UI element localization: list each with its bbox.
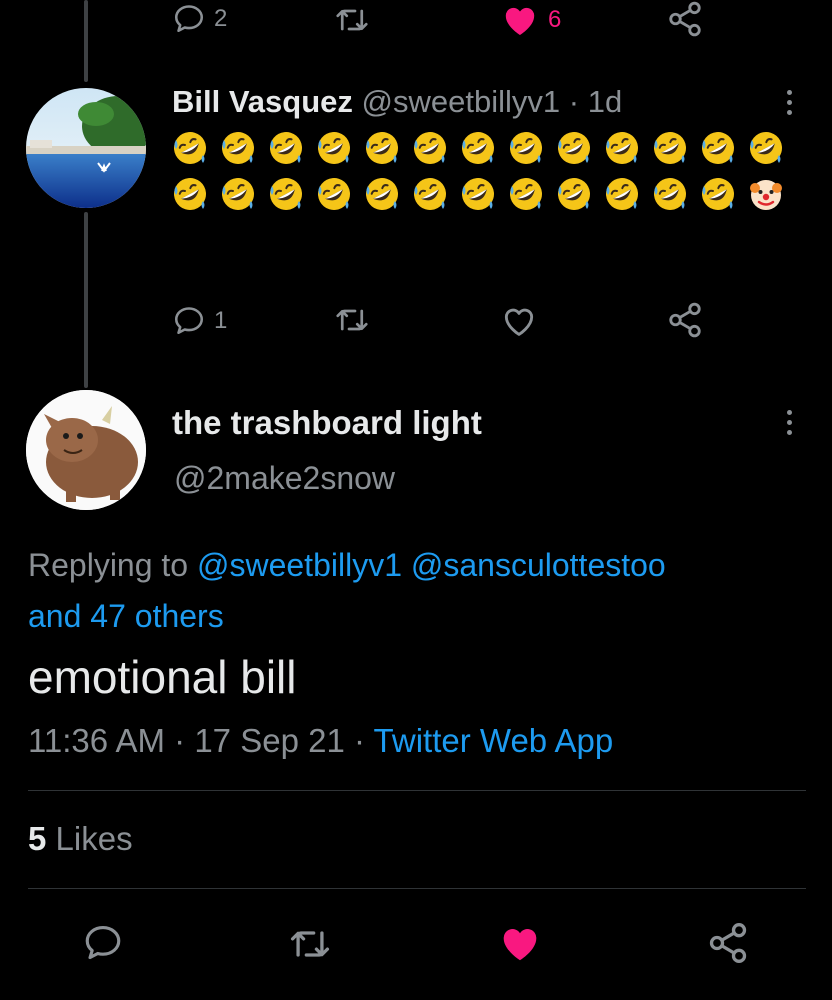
rofl-emoji [218,174,258,214]
tweet1-retweet-button[interactable] [334,302,370,338]
reply-others-link[interactable]: and 47 others [28,598,224,634]
rofl-emoji [506,174,546,214]
tweet2-share-button[interactable] [706,921,750,965]
tweet1-separator: · [568,84,580,119]
rofl-emoji [602,174,642,214]
divider-top [28,790,806,791]
avatar-trashboard-light[interactable] [26,390,146,510]
share-icon [666,0,704,38]
share-icon [706,921,750,965]
tweet2-more-button[interactable] [784,410,794,435]
meta-separator: · [353,722,365,759]
tweet2-source[interactable]: Twitter Web App [374,722,614,759]
reply-icon [82,922,124,964]
rofl-emoji [650,174,690,214]
avatar-image [26,88,146,208]
rofl-emoji [170,174,210,214]
reply-icon [172,304,206,338]
rofl-emoji [266,128,306,168]
tweet1-share-button[interactable] [666,301,704,339]
rofl-emoji [458,174,498,214]
likes-label: Likes [55,820,133,857]
likes-summary[interactable]: 5 Likes [28,820,133,858]
likes-count: 5 [28,820,47,857]
reply-mention-sweetbillyv1[interactable]: @sweetbillyv1 [197,547,402,583]
thread-line-top [84,0,88,82]
prev-reply-count: 2 [214,5,228,32]
tweet2-retweet-button[interactable] [288,922,332,966]
tweet1-like-button[interactable] [500,302,538,340]
tweet1-header: Bill Vasquez @sweetbillyv1 · 1d [172,84,622,120]
retweet-icon [334,302,370,338]
rofl-emoji [554,174,594,214]
prev-share-button[interactable] [666,0,704,38]
tweet2-reply-button[interactable] [82,922,124,964]
like-icon [497,920,543,966]
retweet-icon [334,2,370,38]
rofl-emoji [650,128,690,168]
rofl-emoji [314,174,354,214]
replying-to-label: Replying to [28,547,189,583]
share-icon [666,301,704,339]
prev-like-button[interactable]: 6 [500,0,561,40]
prev-reply-button[interactable]: 2 [172,2,227,36]
rofl-emoji [218,128,258,168]
thread-line-middle [84,212,88,388]
rofl-emoji [170,128,210,168]
tweet1-more-button[interactable] [784,90,794,115]
rofl-emoji [746,128,786,168]
rofl-emoji [458,128,498,168]
rofl-emoji [314,128,354,168]
rofl-emoji [410,128,450,168]
like-icon [500,0,540,40]
tweet1-timestamp[interactable]: 1d [588,84,622,119]
prev-like-count: 6 [548,6,562,33]
rofl-emoji [698,128,738,168]
rofl-emoji [698,174,738,214]
rofl-emoji [410,174,450,214]
tweet2-time[interactable]: 11:36 AM [28,722,165,759]
rofl-emoji [554,128,594,168]
tweet2-date[interactable]: 17 Sep 21 [194,722,344,759]
avatar-bill-vasquez[interactable] [26,88,146,208]
reply-icon [172,2,206,36]
replying-to: Replying to @sweetbillyv1 @sansculottest… [28,540,808,642]
tweet1-reply-button[interactable]: 1 [172,304,227,338]
tweet1-author-handle[interactable]: @sweetbillyv1 [362,84,561,119]
rofl-emoji [266,174,306,214]
more-icon-dot [786,410,792,415]
more-icon-dot [786,90,792,95]
like-icon [500,302,538,340]
divider-bottom [28,888,806,889]
retweet-icon [288,922,332,966]
rofl-emoji [362,174,402,214]
rofl-emoji [602,128,642,168]
tweet1-author-name[interactable]: Bill Vasquez [172,84,353,119]
tweet2-text: emotional bill [28,651,297,703]
prev-retweet-button[interactable] [334,2,370,38]
meta-separator: · [174,722,186,759]
tweet1-reply-count: 1 [214,307,228,334]
tweet1-emoji-text [170,128,810,214]
clown-face-emoji [746,174,786,214]
reply-mention-sansculottestoo[interactable]: @sansculottestoo [411,547,666,583]
tweet2-meta: 11:36 AM · 17 Sep 21 · Twitter Web App [28,722,613,760]
avatar-image [26,390,146,510]
tweet2-author-name[interactable]: the trashboard light [172,404,482,442]
rofl-emoji [362,128,402,168]
tweet2-like-button[interactable] [497,920,543,966]
tweet2-author-handle[interactable]: @2make2snow [174,460,395,497]
rofl-emoji [506,128,546,168]
